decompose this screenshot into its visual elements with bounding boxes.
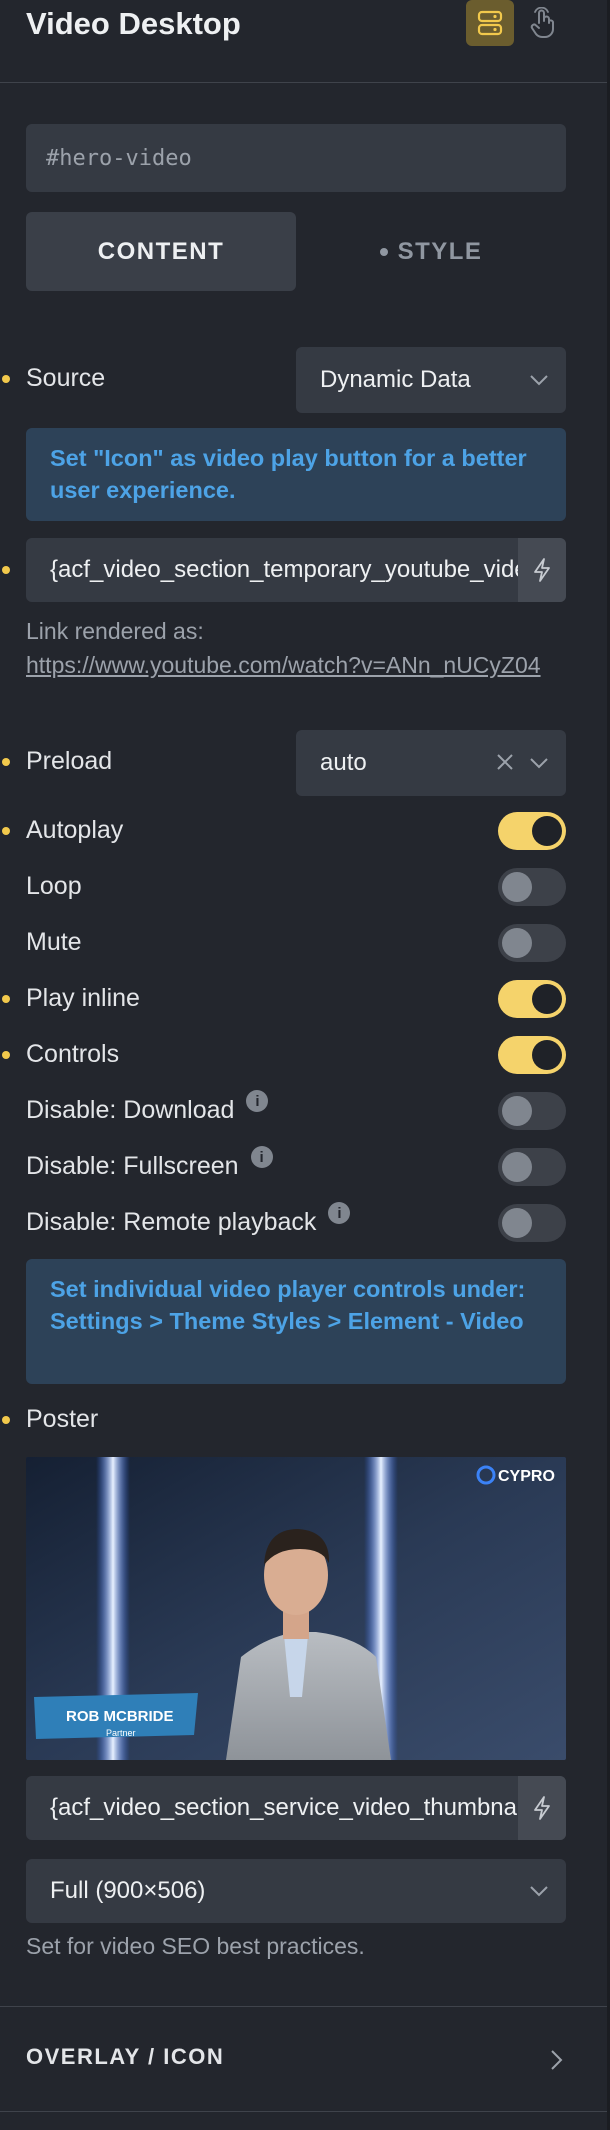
section-divider xyxy=(0,2111,607,2112)
chevron-down-icon xyxy=(530,1886,548,1897)
play-inline-toggle[interactable] xyxy=(498,980,566,1018)
disable-remote-toggle[interactable] xyxy=(498,1204,566,1242)
overlay-icon-title: OVERLAY / ICON xyxy=(26,2044,225,2069)
seo-note: Set for video SEO best practices. xyxy=(26,1933,365,1959)
toggle-knob xyxy=(502,1096,532,1126)
style-changed-dot xyxy=(379,247,388,256)
loop-label: Loop xyxy=(26,872,82,900)
changed-indicator xyxy=(2,758,10,766)
controls-label: Controls xyxy=(26,1040,120,1068)
poster-role-text: Partner xyxy=(106,1728,136,1738)
disable-fullscreen-row: Disable: Fullscreen i xyxy=(26,1146,273,1181)
interaction-button[interactable] xyxy=(518,0,566,46)
disable-fullscreen-toggle[interactable] xyxy=(498,1148,566,1186)
video-play-button-notice: Set "Icon" as video play button for a be… xyxy=(26,428,566,521)
layout-icon xyxy=(477,10,503,36)
toggle-knob xyxy=(502,928,532,958)
autoplay-label: Autoplay xyxy=(26,816,124,844)
changed-indicator xyxy=(2,827,10,835)
toggle-knob xyxy=(502,1152,532,1182)
preload-label: Preload xyxy=(26,747,113,775)
disable-download-row: Disable: Download i xyxy=(26,1090,269,1125)
disable-download-label: Disable: Download xyxy=(26,1096,235,1124)
changed-indicator xyxy=(2,995,10,1003)
info-icon[interactable]: i xyxy=(250,1146,273,1168)
changed-indicator xyxy=(2,375,10,383)
css-selector-input[interactable]: #hero-video xyxy=(26,124,566,192)
mute-label: Mute xyxy=(26,928,82,956)
changed-indicator xyxy=(2,1416,10,1424)
link-render-prefix: Link rendered as: xyxy=(26,618,204,644)
poster-label: Poster xyxy=(26,1405,99,1433)
toggle-knob xyxy=(502,872,532,902)
info-icon[interactable]: i xyxy=(328,1202,351,1224)
pointer-hand-icon xyxy=(530,7,554,38)
toggle-knob xyxy=(532,816,562,846)
source-select[interactable]: Dynamic Data xyxy=(296,347,566,413)
link-render-note: Link rendered as: https://www.youtube.co… xyxy=(26,614,566,682)
chevron-right-icon xyxy=(551,2050,563,2070)
disable-remote-row: Disable: Remote playback i xyxy=(26,1202,351,1237)
poster-name-text: ROB MCBRIDE xyxy=(66,1708,174,1725)
page-title: Video Desktop xyxy=(26,6,241,41)
lightning-bolt-icon xyxy=(534,558,550,582)
panel-header: Video Desktop xyxy=(0,0,607,83)
poster-brand-text: CYPRO xyxy=(498,1468,555,1485)
close-icon[interactable] xyxy=(494,751,516,773)
poster-thumbnail: CYPRO ROB MCBRIDE Partner xyxy=(26,1457,566,1760)
image-size-value: Full (900×506) xyxy=(50,1877,206,1904)
changed-indicator xyxy=(2,566,10,574)
dynamic-data-button[interactable] xyxy=(518,538,566,602)
preload-select[interactable]: auto xyxy=(296,730,566,796)
disable-download-toggle[interactable] xyxy=(498,1092,566,1130)
tab-content[interactable]: CONTENT xyxy=(26,212,296,291)
source-select-value: Dynamic Data xyxy=(320,366,471,393)
image-size-select[interactable]: Full (900×506) xyxy=(26,1859,566,1923)
poster-url-input[interactable]: {acf_video_section_service_video_thumbna… xyxy=(26,1776,566,1840)
play-inline-label: Play inline xyxy=(26,984,140,1012)
loop-toggle[interactable] xyxy=(498,868,566,906)
tab-style[interactable]: STYLE xyxy=(296,212,566,291)
player-controls-notice: Set individual video player controls und… xyxy=(26,1259,566,1384)
disable-remote-label: Disable: Remote playback xyxy=(26,1208,317,1236)
chevron-down-icon xyxy=(530,758,548,769)
poster-url-value: {acf_video_section_service_video_thumbna… xyxy=(50,1794,520,1821)
tab-style-label: STYLE xyxy=(397,237,483,265)
toggle-knob xyxy=(502,1208,532,1238)
mute-toggle[interactable] xyxy=(498,924,566,962)
chevron-down-icon xyxy=(530,375,548,386)
lightning-bolt-icon xyxy=(534,1796,550,1820)
toggle-knob xyxy=(532,1040,562,1070)
controls-toggle[interactable] xyxy=(498,1036,566,1074)
rendered-link[interactable]: https://www.youtube.com/watch?v=ANn_nUCy… xyxy=(26,648,566,682)
element-panel: Video Desktop #hero-video CONTENT STYLE … xyxy=(0,0,608,2130)
layout-toggle-button[interactable] xyxy=(466,0,514,46)
info-icon[interactable]: i xyxy=(246,1090,269,1112)
source-label: Source xyxy=(26,364,106,392)
autoplay-toggle[interactable] xyxy=(498,812,566,850)
poster-image-preview[interactable]: CYPRO ROB MCBRIDE Partner xyxy=(26,1457,566,1760)
overlay-icon-section[interactable]: OVERLAY / ICON xyxy=(0,2007,607,2111)
toggle-knob xyxy=(532,984,562,1014)
changed-indicator xyxy=(2,1051,10,1059)
video-url-value: {acf_video_section_temporary_youtube_vid… xyxy=(50,556,520,583)
disable-fullscreen-label: Disable: Fullscreen xyxy=(26,1152,239,1180)
preload-select-value: auto xyxy=(320,749,367,776)
dynamic-data-button[interactable] xyxy=(518,1776,566,1840)
video-url-input[interactable]: {acf_video_section_temporary_youtube_vid… xyxy=(26,538,566,602)
